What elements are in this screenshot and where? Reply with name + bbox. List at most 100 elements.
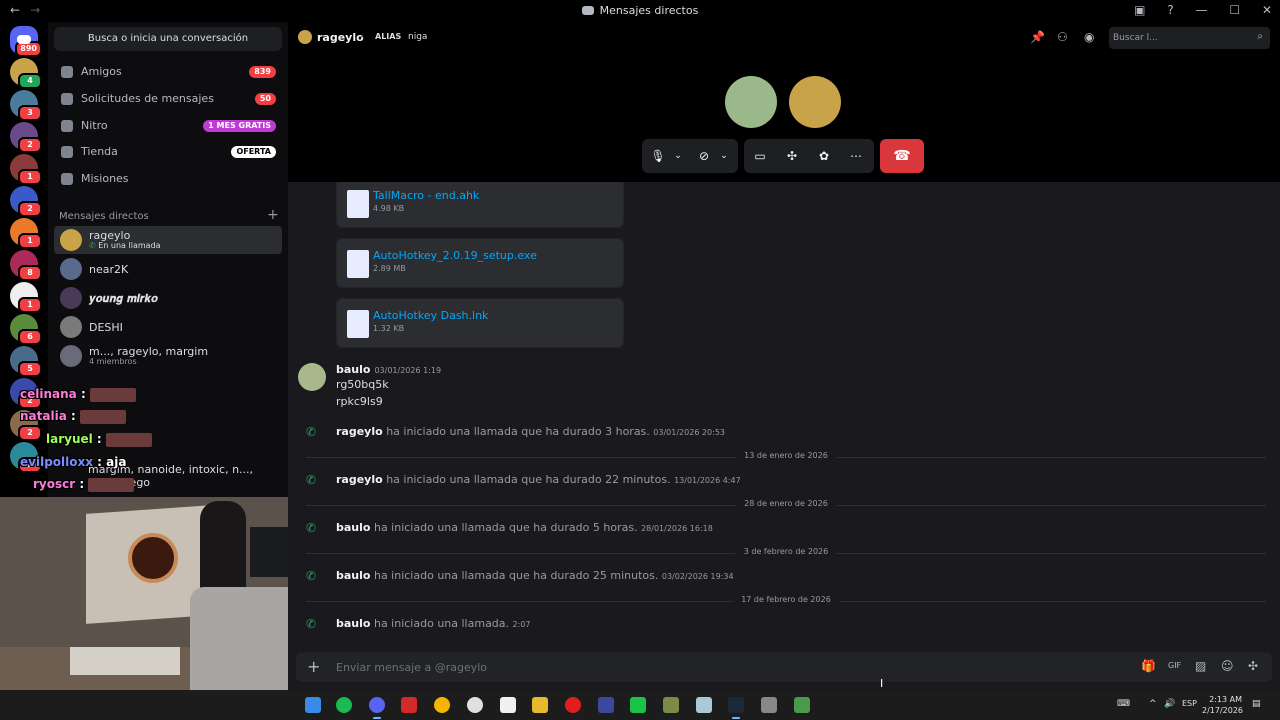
opera-icon[interactable] — [565, 697, 581, 713]
discord-icon[interactable] — [369, 697, 385, 719]
voicemeeter-icon[interactable] — [401, 697, 417, 713]
header-username[interactable]: rageylo — [317, 31, 364, 44]
call-user[interactable]: rageylo — [336, 425, 383, 438]
search-input[interactable] — [1113, 30, 1243, 46]
header-search[interactable]: ⌕ — [1109, 27, 1270, 49]
file-name[interactable]: AutoHotkey Dash.lnk — [373, 309, 488, 322]
call-user[interactable]: baulo — [336, 569, 370, 582]
app-icon[interactable] — [794, 697, 810, 713]
file-name[interactable]: AutoHotkey_2.0.19_setup.exe — [373, 249, 537, 262]
chevron-down-icon[interactable]: ⌄ — [716, 148, 732, 164]
webcam-desk — [70, 647, 180, 675]
help-icon[interactable]: ? — [1167, 3, 1173, 17]
file-name[interactable]: TallMacro - end.ahk — [373, 189, 479, 202]
minecraft-icon[interactable] — [663, 697, 679, 713]
server-icon[interactable]: 2 — [10, 122, 42, 153]
camera-off-icon[interactable]: ⊘ — [696, 148, 712, 164]
soundboard-icon[interactable]: ✿ — [816, 148, 832, 164]
file-explorer-icon[interactable] — [532, 697, 548, 713]
chrome-icon[interactable] — [434, 697, 450, 713]
file-attachment[interactable]: TallMacro - end.ahk 4.98 KB — [336, 182, 624, 228]
server-icon[interactable]: 1 — [10, 282, 42, 313]
emoji-icon[interactable]: ☺ — [1221, 659, 1234, 673]
server-icon[interactable]: 4 — [10, 58, 42, 89]
chat-user: natalia — [20, 409, 67, 423]
file-attachment[interactable]: AutoHotkey_2.0.19_setup.exe 2.89 MB — [336, 238, 624, 288]
gift-icon[interactable]: 🎁 — [1141, 659, 1156, 673]
gif-icon[interactable]: GIF — [1168, 661, 1181, 670]
kick-icon[interactable] — [630, 697, 646, 713]
server-icon[interactable]: 1 — [10, 154, 42, 185]
call-participant-avatar[interactable] — [789, 76, 841, 128]
call-participant-avatar[interactable] — [725, 76, 777, 128]
home-button[interactable]: 890 — [10, 26, 42, 57]
hang-up-button[interactable]: ☎ — [880, 139, 924, 173]
nav-friends[interactable]: Amigos 839 — [54, 60, 282, 84]
steam-icon[interactable] — [728, 697, 744, 719]
more-icon[interactable]: ⋯ — [848, 148, 864, 164]
dm-item[interactable]: near2K — [54, 255, 282, 283]
find-conversation-button[interactable]: Busca o inicia una conversación — [54, 27, 282, 51]
screen-share-icon[interactable]: ▭ — [752, 148, 768, 164]
call-user[interactable]: baulo — [336, 521, 370, 534]
close-button[interactable]: ✕ — [1262, 3, 1272, 17]
call-panel: rageylo · ALIAS niga 📌 ⚇ ◉ ⌕ 🎙 ⌄ ⊘ ⌄ ▭ ✣… — [288, 22, 1280, 182]
avatar[interactable] — [298, 363, 326, 391]
avatar — [60, 316, 82, 338]
message-text: rpkc9ls9 — [336, 395, 383, 408]
language-indicator[interactable]: ESP — [1182, 699, 1197, 708]
call-text: ha iniciado una llamada que ha durado 22… — [386, 473, 671, 486]
webcam-feed — [0, 497, 308, 720]
dm-item[interactable]: rageylo En una llamada — [54, 226, 282, 254]
chevron-down-icon[interactable]: ⌄ — [670, 148, 686, 164]
nav-nitro[interactable]: Nitro 1 MES GRATIS — [54, 114, 282, 138]
keyboard-icon[interactable]: ⌨ — [1117, 699, 1130, 709]
minimize-button[interactable]: — — [1196, 3, 1208, 17]
nav-message-requests[interactable]: Solicitudes de mensajes 50 — [54, 87, 282, 111]
profile-icon[interactable]: ◉ — [1084, 31, 1096, 43]
nav-shop[interactable]: Tienda OFERTA — [54, 140, 282, 164]
clock[interactable]: 2:13 AM 2/17/2026 — [1202, 694, 1243, 716]
taskbar: ⌨ ^ 🔊 ESP 2:13 AM 2/17/2026 ▤ — [0, 690, 1280, 720]
offer-badge: OFERTA — [231, 146, 276, 158]
pin-icon[interactable]: 📌 — [1030, 31, 1045, 43]
call-user[interactable]: baulo — [336, 617, 370, 630]
volume-icon[interactable]: 🔊 — [1164, 699, 1175, 709]
spotify-icon[interactable] — [336, 697, 352, 713]
microphone-icon[interactable]: 🎙 — [650, 148, 666, 164]
activities-icon[interactable]: ✣ — [784, 148, 800, 164]
dm-item[interactable]: 𝒚𝒐𝒖𝒏𝒈 𝒎𝒊𝒓𝒌𝒐 — [54, 284, 282, 312]
settings-icon[interactable] — [761, 697, 777, 713]
server-icon[interactable]: 6 — [10, 314, 42, 345]
nav-quests[interactable]: Misiones — [54, 167, 282, 191]
chevron-up-icon[interactable]: ^ — [1149, 699, 1157, 709]
create-dm-icon[interactable]: + — [267, 207, 279, 223]
notes-icon[interactable] — [696, 697, 712, 713]
server-icon[interactable]: 5 — [10, 346, 42, 377]
inbox-icon[interactable]: ▣ — [1134, 3, 1145, 17]
message-input[interactable] — [336, 658, 1036, 676]
file-size: 2.89 MB — [373, 264, 406, 273]
maximize-button[interactable]: ☐ — [1229, 3, 1240, 17]
notifications-icon[interactable]: ▤ — [1252, 699, 1261, 709]
capcut-icon[interactable] — [500, 697, 516, 713]
app-icon[interactable] — [598, 697, 614, 713]
file-attachment[interactable]: AutoHotkey Dash.lnk 1.32 KB — [336, 298, 624, 348]
alias-value: niga — [408, 32, 428, 42]
dm-item[interactable]: DESHI — [54, 313, 282, 341]
message-author[interactable]: baulo — [336, 363, 370, 376]
nav-label: Misiones — [81, 172, 129, 185]
apps-icon[interactable]: ✣ — [1248, 659, 1258, 673]
dm-item[interactable]: m..., rageylo, margim 4 miembros — [54, 342, 282, 370]
server-icon[interactable]: 3 — [10, 90, 42, 121]
call-user[interactable]: rageylo — [336, 473, 383, 486]
copilot-icon[interactable] — [305, 697, 321, 713]
server-icon[interactable]: 1 — [10, 218, 42, 249]
window-title-text: Mensajes directos — [599, 4, 699, 17]
add-friend-icon[interactable]: ⚇ — [1057, 31, 1069, 43]
server-icon[interactable]: 2 — [10, 186, 42, 217]
server-icon[interactable]: 8 — [10, 250, 42, 281]
obs-icon[interactable] — [467, 697, 483, 713]
sticker-icon[interactable]: ▨ — [1195, 659, 1206, 673]
attach-plus-icon[interactable]: + — [307, 657, 320, 676]
